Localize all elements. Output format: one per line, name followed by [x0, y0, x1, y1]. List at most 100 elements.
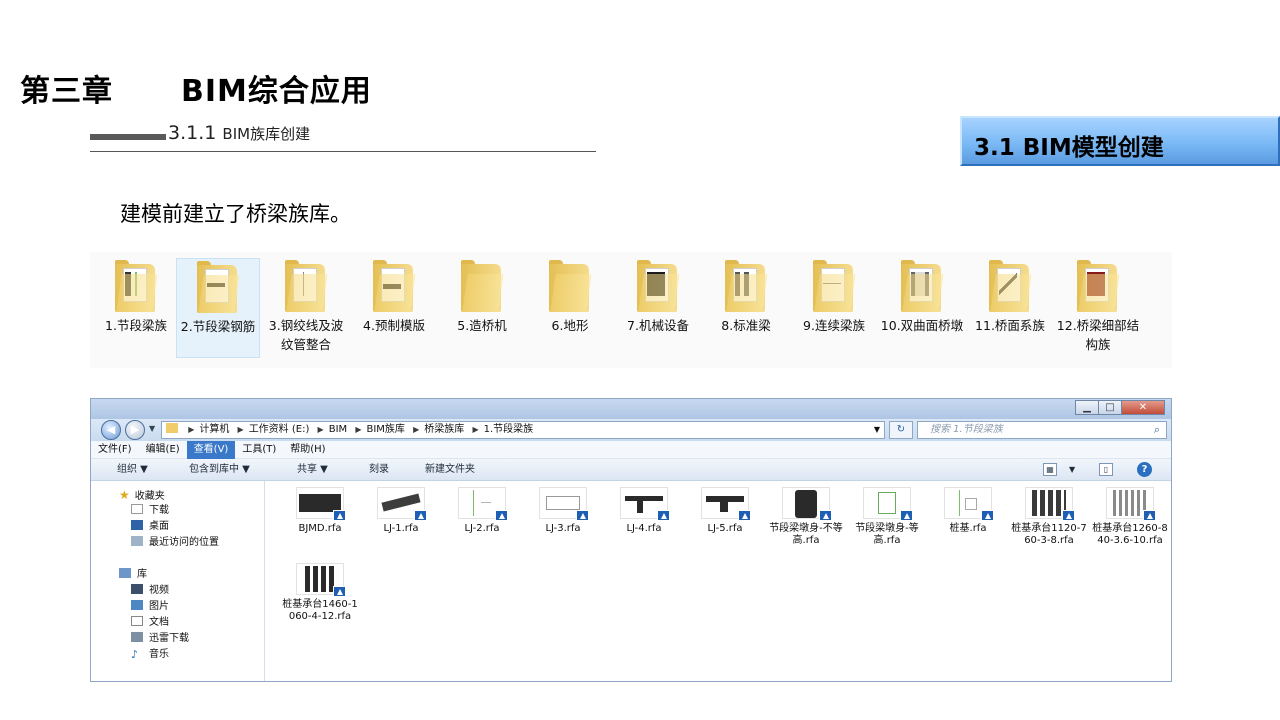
file-name: LJ-1.rfa: [383, 523, 419, 534]
menu-help[interactable]: 帮助(H): [283, 441, 332, 459]
recent-pages-dropdown[interactable]: ▼: [149, 424, 155, 433]
subsection-bar: [90, 134, 166, 140]
download-folder-icon: [131, 504, 143, 514]
folder-item[interactable]: 2.节段梁钢筋: [176, 258, 260, 358]
search-icon[interactable]: ⌕: [1154, 422, 1160, 438]
menu-tools[interactable]: 工具(T): [235, 441, 283, 459]
revit-family-icon: [1025, 487, 1075, 521]
file-item[interactable]: 节段梁墩身-不等高.rfa: [768, 487, 844, 547]
address-dropdown-icon[interactable]: ▼: [874, 422, 880, 438]
file-item[interactable]: LJ-5.rfa: [687, 487, 763, 535]
back-button[interactable]: ◀: [101, 420, 121, 440]
nav-item-music[interactable]: ♪ 音乐: [131, 647, 169, 663]
file-name: BJMD.rfa: [298, 523, 342, 534]
menu-bar: 文件(F) 编辑(E) 查看(V) 工具(T) 帮助(H): [91, 441, 1171, 459]
folder-item[interactable]: 6.地形: [528, 258, 612, 358]
new-folder-button[interactable]: 新建文件夹: [425, 459, 475, 481]
folder-item[interactable]: 3.钢绞线及波纹管整合: [264, 258, 348, 358]
refresh-button[interactable]: ↻: [889, 421, 913, 439]
organize-button[interactable]: 组织 ▼: [117, 459, 148, 481]
include-library-button[interactable]: 包含到库中 ▼: [189, 459, 250, 481]
close-button[interactable]: ✕: [1121, 400, 1165, 415]
nav-item-downloads[interactable]: 下载: [131, 503, 169, 519]
address-bar[interactable]: ▶ 计算机 ▶ 工作资料 (E:) ▶ BIM ▶ BIM族库 ▶ 桥梁族库 ▶ 1.节段梁…: [161, 421, 885, 439]
file-name: LJ-2.rfa: [464, 523, 500, 534]
breadcrumb-item[interactable]: BIM族库: [366, 424, 404, 435]
breadcrumb-item[interactable]: 计算机: [199, 424, 229, 435]
file-item[interactable]: 桩基.rfa: [930, 487, 1006, 535]
subsection-number: 3.1.1: [168, 122, 217, 144]
chapter-label: 第三章: [20, 74, 113, 109]
revit-family-icon: [377, 487, 427, 521]
nav-item-pictures[interactable]: 图片: [131, 599, 169, 615]
burn-button[interactable]: 刻录: [369, 459, 389, 481]
maximize-button[interactable]: □: [1098, 400, 1122, 415]
file-item[interactable]: 桩基承台1460-1060-4-12.rfa: [282, 563, 358, 623]
file-item[interactable]: BJMD.rfa: [282, 487, 358, 535]
folder-icon: [725, 260, 768, 312]
nav-item-videos[interactable]: 视频: [131, 583, 169, 599]
breadcrumb-item[interactable]: BIM: [329, 424, 347, 435]
folder-item[interactable]: 12.桥梁细部结构族: [1056, 258, 1140, 358]
command-bar: 组织 ▼ 包含到库中 ▼ 共享 ▼ 刻录 新建文件夹 ▦ ▼ ▯ ?: [91, 459, 1171, 481]
preview-pane-icon[interactable]: ▯: [1099, 463, 1113, 476]
file-item[interactable]: LJ-4.rfa: [606, 487, 682, 535]
folder-item[interactable]: 4.预制模版: [352, 258, 436, 358]
nav-item-recent[interactable]: 最近访问的位置: [131, 535, 219, 551]
share-button[interactable]: 共享 ▼: [297, 459, 328, 481]
nav-libraries[interactable]: 库: [119, 567, 147, 583]
breadcrumb-item[interactable]: 工作资料 (E:): [249, 424, 310, 435]
breadcrumb-item[interactable]: 桥梁族库: [424, 424, 464, 435]
folder-item[interactable]: 8.标准梁: [704, 258, 788, 358]
forward-button[interactable]: ▶: [125, 420, 145, 440]
chapter-title: 第三章 BIM综合应用: [20, 66, 372, 110]
folder-icon: [813, 260, 856, 312]
section-banner: 3.1 BIM模型创建: [960, 116, 1280, 166]
view-dropdown-icon[interactable]: ▼: [1069, 459, 1075, 481]
file-item[interactable]: LJ-2.rfa: [444, 487, 520, 535]
breadcrumb-item[interactable]: 1.节段梁族: [484, 424, 534, 435]
file-name: 桩基承台1460-1060-4-12.rfa: [282, 599, 358, 622]
revit-family-icon: [296, 487, 346, 521]
title-bar: ▁ □ ✕: [91, 399, 1171, 419]
download-icon: [131, 632, 143, 642]
nav-item-xunlei[interactable]: 迅雷下载: [131, 631, 189, 647]
folder-label: 9.连续梁族: [803, 318, 865, 333]
picture-icon: [131, 600, 143, 610]
revit-family-icon: [782, 487, 832, 521]
star-icon: ★: [119, 488, 130, 502]
folder-item[interactable]: 9.连续梁族: [792, 258, 876, 358]
folder-icon: [1077, 260, 1120, 312]
folder-item[interactable]: 1.节段梁族: [94, 258, 178, 358]
nav-item-documents[interactable]: 文档: [131, 615, 169, 631]
menu-file[interactable]: 文件(F): [91, 441, 139, 459]
nav-item-desktop[interactable]: 桌面: [131, 519, 169, 535]
revit-family-icon: [944, 487, 994, 521]
file-item[interactable]: LJ-3.rfa: [525, 487, 601, 535]
folder-item[interactable]: 10.双曲面桥墩: [880, 258, 964, 358]
file-item[interactable]: 节段梁墩身-等高.rfa: [849, 487, 925, 547]
nav-favorites[interactable]: ★ 收藏夹: [119, 487, 165, 503]
folder-icon: [989, 260, 1032, 312]
file-item[interactable]: LJ-1.rfa: [363, 487, 439, 535]
folder-icon: [285, 260, 328, 312]
view-options-icon[interactable]: ▦: [1043, 463, 1057, 476]
revit-family-icon: [701, 487, 751, 521]
file-name: 节段梁墩身-不等高.rfa: [769, 523, 843, 546]
file-item[interactable]: 桩基承台1260-840-3.6-10.rfa: [1092, 487, 1168, 547]
folder-item[interactable]: 7.机械设备: [616, 258, 700, 358]
file-item[interactable]: 桩基承台1120-760-3-8.rfa: [1011, 487, 1087, 547]
menu-edit[interactable]: 编辑(E): [139, 441, 187, 459]
address-row: ◀ ▶ ▼ ▶ 计算机 ▶ 工作资料 (E:) ▶ BIM ▶ BIM族库 ▶ 桥梁族库 …: [91, 419, 1171, 441]
file-list: BJMD.rfa LJ-1.rfa LJ-2.rfa LJ-3.rfa LJ-4…: [266, 481, 1171, 681]
folder-item[interactable]: 11.桥面系族: [968, 258, 1052, 358]
minimize-button[interactable]: ▁: [1075, 400, 1099, 415]
folder-icon: [461, 260, 504, 312]
help-icon[interactable]: ?: [1137, 462, 1152, 477]
search-input[interactable]: 搜索 1.节段梁族 ⌕: [917, 421, 1167, 439]
file-name: LJ-4.rfa: [626, 523, 662, 534]
folder-item[interactable]: 5.造桥机: [440, 258, 524, 358]
folder-label: 7.机械设备: [627, 318, 689, 333]
menu-view[interactable]: 查看(V): [186, 441, 236, 459]
document-icon: [131, 616, 143, 626]
